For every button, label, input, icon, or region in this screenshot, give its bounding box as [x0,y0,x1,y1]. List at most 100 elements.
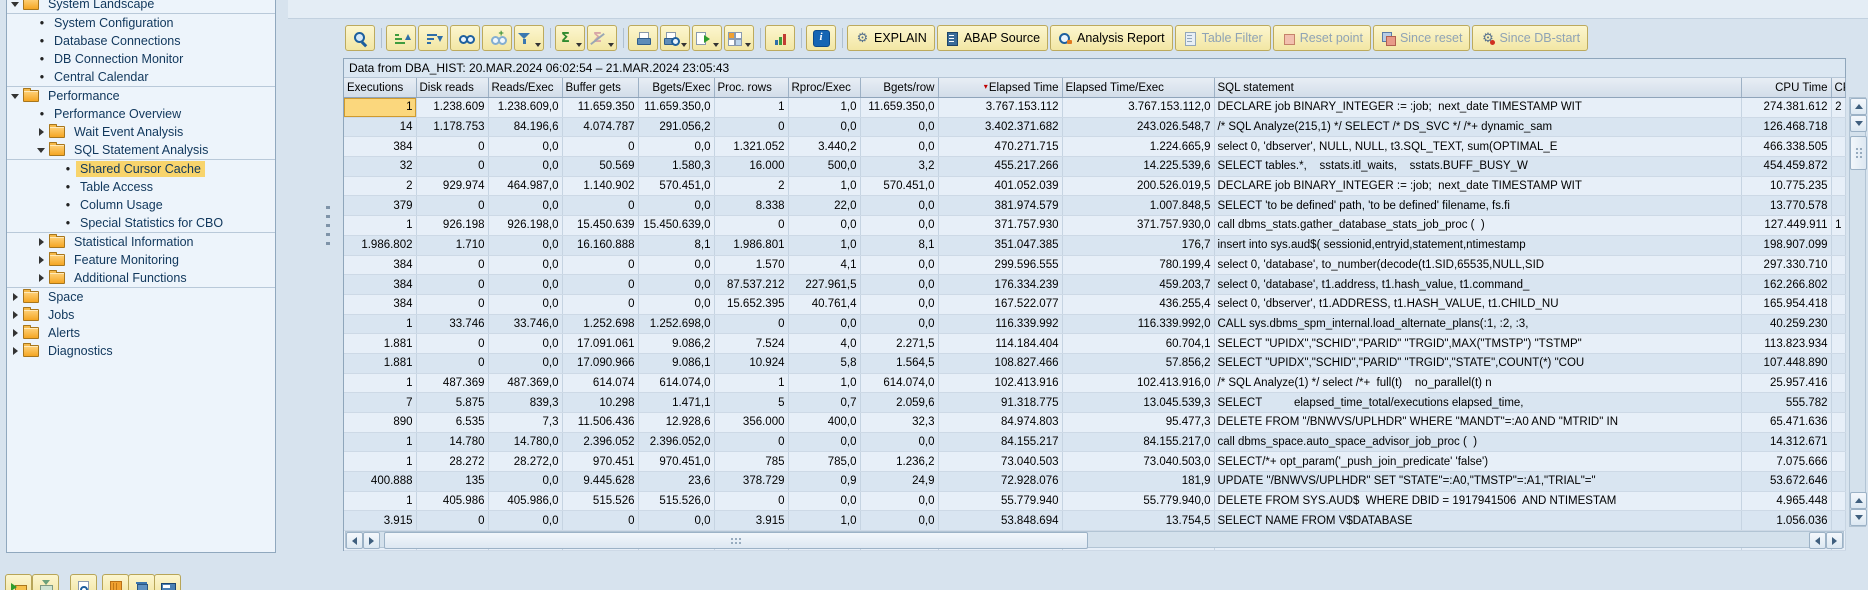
table-cell[interactable]: 40.761,4 [788,294,860,314]
table-cell[interactable]: 3.915 [714,511,788,531]
table-cell[interactable]: 0,0 [788,216,860,236]
table-cell[interactable]: 384 [344,137,416,157]
column-header-proc-rows[interactable]: Proc. rows [714,78,788,98]
sql-statement-cell[interactable]: SELECT tables.*, sstats.itl_waits, sstat… [1214,157,1741,177]
table-cell[interactable]: 466.338.505 [1741,137,1831,157]
table-cell[interactable]: 0 [416,511,488,531]
table-cell[interactable]: 102.413.916,0 [1062,373,1214,393]
table-cell[interactable]: 7.524 [714,334,788,354]
table-cell[interactable]: 32,3 [860,413,938,433]
table-cell[interactable]: 371.757.930 [938,216,1062,236]
table-cell[interactable]: 1.881 [344,353,416,373]
table-cell[interactable]: 165.954.418 [1741,294,1831,314]
dropdown-arrow-icon[interactable] [681,43,687,47]
table-cell[interactable]: 50.569 [562,157,638,177]
table-cell[interactable]: 127.449.911 [1741,216,1831,236]
table-cell[interactable]: 0,0 [638,294,714,314]
table-cell[interactable]: 13.754,5 [1062,511,1214,531]
sql-statement-cell[interactable]: SELECT NAME FROM V$DATABASE [1214,511,1741,531]
table-cell[interactable]: 1.236,2 [860,452,938,472]
table-cell[interactable]: 33.746 [416,314,488,334]
table-cell[interactable]: 1 [344,216,416,236]
table-cell[interactable]: 785,0 [788,452,860,472]
table-cell[interactable]: 926.198,0 [488,216,562,236]
table-cell[interactable] [1831,176,1845,196]
sql-statement-cell[interactable]: /* SQL Analyze(1) */ select /*+ full(t) … [1214,373,1741,393]
table-cell[interactable]: 1,0 [788,176,860,196]
tree-item-system-configuration[interactable]: •System Configuration [7,14,275,32]
table-cell[interactable]: 1.710 [416,235,488,255]
table-row[interactable]: 1926.198926.198,015.450.63915.450.639,00… [344,216,1845,236]
table-cell[interactable]: 0 [562,511,638,531]
table-cell[interactable]: 2 [1831,98,1845,118]
sql-statement-cell[interactable]: DELETE FROM SYS.AUD$ WHERE DBID = 191794… [1214,491,1741,511]
table-cell[interactable]: 8,1 [638,235,714,255]
table-cell[interactable]: 107.448.890 [1741,353,1831,373]
table-row[interactable]: 133.74633.746,01.252.6981.252.698,000,00… [344,314,1845,334]
table-cell[interactable]: 0,0 [488,294,562,314]
table-cell[interactable]: 459.203,7 [1062,275,1214,295]
table-cell[interactable]: 455.217.266 [938,157,1062,177]
table-cell[interactable]: 25.957.416 [1741,373,1831,393]
table-cell[interactable]: 378.729 [714,472,788,492]
table-cell[interactable]: 5.875 [416,393,488,413]
sql-statement-cell[interactable]: select 0, 'dbserver', NULL, NULL, t3.SQL… [1214,137,1741,157]
table-cell[interactable]: 1.321.052 [714,137,788,157]
table-cell[interactable]: 135 [416,472,488,492]
subtotals-button[interactable]: Σ [587,25,617,51]
table-cell[interactable]: 614.074,0 [638,373,714,393]
table-cell[interactable]: 0,0 [488,275,562,295]
table-cell[interactable]: 0 [416,334,488,354]
column-header-cp[interactable]: CP [1831,78,1845,98]
table-cell[interactable] [1831,393,1845,413]
table-cell[interactable]: 0 [562,275,638,295]
sql-statement-cell[interactable]: SELECT "UPIDX","SCHID","PARID" "TRGID",M… [1214,334,1741,354]
tree-item-space[interactable]: Space [7,288,275,306]
table-cell[interactable]: 1,0 [788,98,860,118]
table-cell[interactable]: 0,0 [638,511,714,531]
table-cell[interactable]: 780.199,4 [1062,255,1214,275]
table-cell[interactable]: 7,3 [488,413,562,433]
table-cell[interactable]: 1.252.698,0 [638,314,714,334]
table-cell[interactable]: 53.848.694 [938,511,1062,531]
filter-folder-button[interactable] [32,574,59,590]
table-cell[interactable]: 55.779.940,0 [1062,491,1214,511]
table-cell[interactable]: 176,7 [1062,235,1214,255]
find-button[interactable] [450,25,480,51]
sort-ascending-button[interactable] [386,25,416,51]
dropdown-arrow-icon[interactable] [745,43,751,47]
table-cell[interactable]: 72.928.076 [938,472,1062,492]
tree-item-statistical-information[interactable]: Statistical Information [7,233,275,251]
dropdown-arrow-icon[interactable] [535,43,541,47]
table-cell[interactable]: 500,0 [788,157,860,177]
table-cell[interactable]: 1 [344,491,416,511]
table-row[interactable]: 8906.5357,311.506.43612.928,6356.000400,… [344,413,1845,433]
save-button[interactable] [154,574,181,590]
tree-item-db-connection-monitor[interactable]: •DB Connection Monitor [7,50,275,68]
tree-item-database-connections[interactable]: •Database Connections [7,32,275,50]
table-cell[interactable]: 1 [714,98,788,118]
table-cell[interactable]: 11.659.350 [562,98,638,118]
table-cell[interactable]: 167.522.077 [938,294,1062,314]
table-cell[interactable]: 55.779.940 [938,491,1062,511]
table-cell[interactable]: 1 [344,452,416,472]
table-cell[interactable]: 0,0 [638,275,714,295]
table-cell[interactable]: 1,0 [788,373,860,393]
table-cell[interactable]: 87.537.212 [714,275,788,295]
table-cell[interactable]: 0 [714,117,788,137]
table-cell[interactable]: 4.074.787 [562,117,638,137]
table-cell[interactable]: 0,0 [860,511,938,531]
splitter-handle[interactable] [326,206,330,251]
table-cell[interactable]: 487.369 [416,373,488,393]
sql-statement-cell[interactable]: DECLARE job BINARY_INTEGER := :job; next… [1214,176,1741,196]
table-cell[interactable]: 0,0 [860,432,938,452]
table-cell[interactable]: 9.086,2 [638,334,714,354]
table-row[interactable]: 75.875839,310.2981.471,150,72.059,691.31… [344,393,1845,413]
tree-item-performance[interactable]: Performance [7,87,275,105]
table-cell[interactable]: 53.672.646 [1741,472,1831,492]
sql-statement-cell[interactable]: DELETE FROM "/BNWVS/UPLHDR" WHERE "MANDT… [1214,413,1741,433]
table-cell[interactable]: 0,0 [860,491,938,511]
table-cell[interactable]: 14.312.671 [1741,432,1831,452]
table-cell[interactable]: 16.000 [714,157,788,177]
table-cell[interactable]: 10.924 [714,353,788,373]
